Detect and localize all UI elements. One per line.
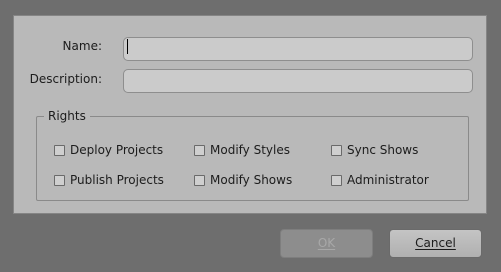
- rights-group-title: Rights: [44, 108, 90, 124]
- checkbox-box[interactable]: [54, 144, 65, 156]
- checkbox-box[interactable]: [194, 174, 205, 186]
- name-label: Name:: [62, 39, 102, 53]
- sync-shows-checkbox[interactable]: Sync Shows: [331, 143, 418, 157]
- modify-styles-checkbox[interactable]: Modify Styles: [194, 143, 290, 157]
- text-cursor: [127, 39, 128, 54]
- deploy-projects-checkbox[interactable]: Deploy Projects: [54, 143, 163, 157]
- description-label: Description:: [29, 72, 102, 86]
- checkbox-label: Modify Styles: [210, 143, 290, 157]
- ok-button-label: OK: [317, 236, 336, 250]
- checkbox-label: Publish Projects: [70, 173, 164, 187]
- rights-group: Rights Deploy Projects Modify Styles Syn…: [36, 108, 469, 201]
- cancel-button-label: Cancel: [415, 236, 456, 250]
- checkbox-label: Deploy Projects: [70, 143, 164, 157]
- checkbox-label: Modify Shows: [210, 173, 293, 187]
- ok-button[interactable]: OK: [280, 229, 373, 258]
- checkbox-box[interactable]: [194, 144, 205, 156]
- cancel-button[interactable]: Cancel: [389, 229, 482, 258]
- checkbox-label: Administrator: [347, 173, 429, 187]
- modify-shows-checkbox[interactable]: Modify Shows: [194, 173, 292, 187]
- checkbox-box[interactable]: [331, 174, 342, 186]
- name-input[interactable]: [123, 37, 473, 61]
- description-input[interactable]: [123, 69, 473, 93]
- checkbox-label: Sync Shows: [347, 143, 419, 157]
- administrator-checkbox[interactable]: Administrator: [331, 173, 429, 187]
- form-panel: Name: Description: Rights Deploy Project…: [13, 15, 487, 214]
- publish-projects-checkbox[interactable]: Publish Projects: [54, 173, 164, 187]
- checkbox-box[interactable]: [54, 174, 65, 186]
- checkbox-box[interactable]: [331, 144, 342, 156]
- user-rights-dialog: Name: Description: Rights Deploy Project…: [0, 0, 501, 272]
